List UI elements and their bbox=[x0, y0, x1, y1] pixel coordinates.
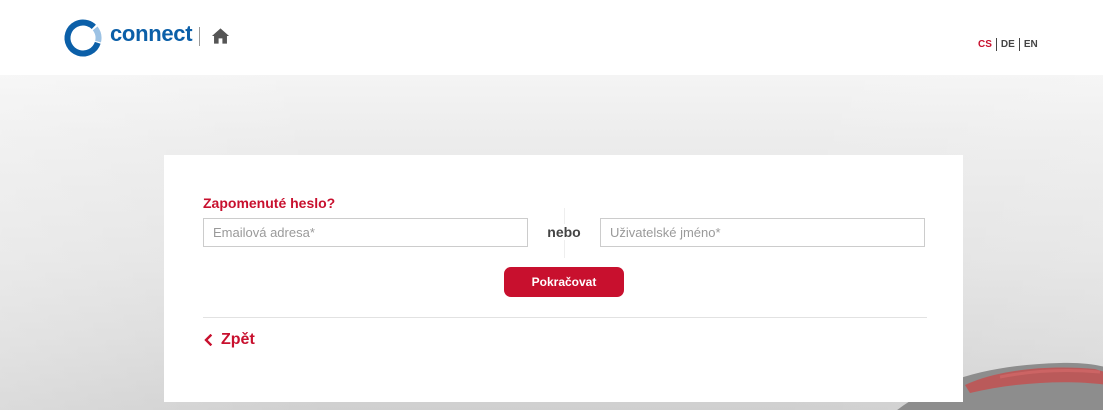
connect-logo-icon bbox=[64, 19, 102, 57]
or-label: nebo bbox=[534, 224, 594, 240]
forgot-password-card: Zapomenuté heslo? nebo Pokračovat Zpět bbox=[164, 155, 963, 402]
lang-de-link[interactable]: DE bbox=[997, 38, 1019, 51]
form-divider bbox=[203, 317, 927, 318]
email-input[interactable] bbox=[203, 218, 528, 247]
lang-en-link[interactable]: EN bbox=[1020, 38, 1042, 51]
language-switcher: CS DE EN bbox=[978, 38, 1042, 51]
continue-button[interactable]: Pokračovat bbox=[504, 267, 624, 297]
header-divider bbox=[199, 27, 200, 46]
form-title: Zapomenuté heslo? bbox=[203, 195, 336, 211]
header: connect CS DE EN bbox=[0, 0, 1103, 75]
back-link[interactable]: Zpět bbox=[203, 331, 255, 349]
chevron-left-icon bbox=[204, 334, 213, 346]
logo-text: connect bbox=[110, 21, 193, 46]
home-icon[interactable] bbox=[211, 27, 230, 45]
lang-cs-link[interactable]: CS bbox=[978, 38, 996, 51]
logo[interactable]: connect bbox=[63, 18, 193, 58]
back-label: Zpět bbox=[221, 331, 255, 348]
username-input[interactable] bbox=[600, 218, 925, 247]
